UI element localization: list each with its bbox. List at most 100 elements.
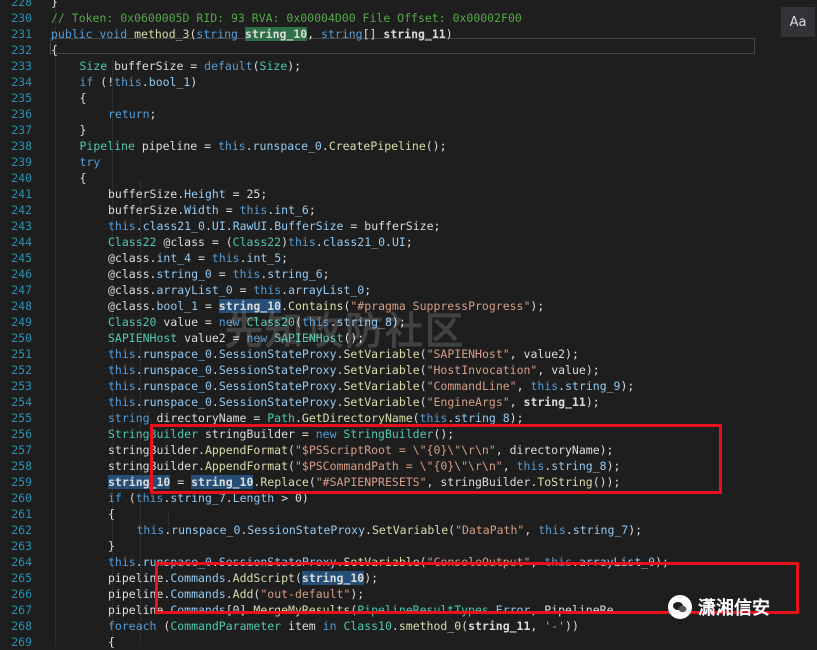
code-token: string_7 bbox=[572, 523, 629, 537]
code-token: this bbox=[108, 363, 136, 377]
code-line: 253 this.runspace_0.SessionStateProxy.Set… bbox=[0, 378, 817, 394]
code-token: . bbox=[211, 363, 219, 377]
code-token: ); bbox=[509, 411, 524, 425]
line-number: 264 bbox=[11, 555, 32, 569]
code-token: runspace_0 bbox=[142, 379, 212, 393]
code-token: ( bbox=[419, 395, 427, 409]
code-token: "EngineArgs" bbox=[426, 395, 510, 409]
code-token: RawUI bbox=[232, 219, 268, 233]
code-token: } bbox=[108, 539, 115, 553]
code-token: [] bbox=[362, 27, 384, 41]
code-token: ; bbox=[364, 283, 372, 297]
code-token: ( bbox=[294, 315, 302, 329]
code-text: SAPIENHost value2 = new SAPIENHost(); bbox=[108, 330, 364, 346]
code-token: Class20 bbox=[108, 315, 157, 329]
code-token: )) bbox=[565, 619, 579, 633]
line-number: 230 bbox=[11, 11, 32, 25]
code-token: method_3 bbox=[134, 27, 190, 41]
code-token: GetDirectoryName bbox=[301, 411, 413, 425]
code-token: this bbox=[301, 315, 330, 329]
code-token: smethod_0 bbox=[398, 619, 462, 633]
line-number: 242 bbox=[11, 203, 32, 217]
line-number: 234 bbox=[11, 75, 32, 89]
line-number: 252 bbox=[11, 363, 32, 377]
match-case-button[interactable]: Aa bbox=[781, 7, 815, 37]
code-line: 230 // Token: 0x0600005D RID: 93 RVA: 0x0… bbox=[0, 10, 817, 26]
highlight-box-stringbuilder bbox=[150, 424, 722, 494]
line-number: 240 bbox=[11, 171, 32, 185]
code-token: this bbox=[288, 235, 316, 249]
code-token: this bbox=[108, 347, 136, 361]
code-token: CommandParameter bbox=[170, 619, 282, 633]
watermark-corner-text: 潇湘信安 bbox=[698, 598, 770, 619]
code-token: . bbox=[245, 139, 253, 153]
code-token: this bbox=[114, 75, 142, 89]
code-text: bufferSize.Height = 25; bbox=[108, 186, 267, 202]
code-line: 242 bufferSize.Width = this.int_6; bbox=[0, 202, 817, 218]
code-token: @class. bbox=[108, 299, 157, 313]
code-token: string_0 bbox=[156, 267, 212, 281]
watermark-corner: 潇湘信安 bbox=[668, 592, 770, 622]
code-token: ( bbox=[419, 347, 427, 361]
code-line: 249 Class20 value = new Class20(this.stri… bbox=[0, 314, 817, 330]
code-token: return bbox=[108, 107, 150, 121]
code-token: . bbox=[281, 299, 289, 313]
code-token: Height bbox=[184, 187, 226, 201]
code-token: try bbox=[79, 155, 101, 169]
code-token: pipeline = bbox=[134, 139, 218, 153]
code-token: @class. bbox=[108, 251, 157, 265]
code-token: string bbox=[108, 411, 150, 425]
code-line: 254 this.runspace_0.SessionStateProxy.Set… bbox=[0, 394, 817, 410]
code-token: . bbox=[239, 251, 247, 265]
code-line: 263} bbox=[0, 538, 817, 554]
line-number: 228 bbox=[11, 0, 32, 9]
code-token: runspace_0 bbox=[252, 139, 322, 153]
code-text: } bbox=[108, 538, 115, 554]
code-token: SessionStateProxy bbox=[218, 395, 337, 409]
code-token: directoryName = bbox=[149, 411, 268, 425]
code-editor[interactable]: 228} 230// Token: 0x0600005D RID: 93 RVA:… bbox=[0, 0, 817, 649]
line-number: 266 bbox=[11, 587, 32, 601]
code-token: arrayList_0 bbox=[156, 283, 233, 297]
code-token: runspace_0 bbox=[171, 523, 241, 537]
code-token: "HostInvocation" bbox=[426, 363, 538, 377]
code-line: 236 return; bbox=[0, 106, 817, 122]
code-token: string_11 bbox=[383, 27, 446, 41]
code-token: = 25; bbox=[225, 187, 268, 201]
code-token: SetVariable bbox=[343, 347, 420, 361]
code-token: . bbox=[294, 411, 302, 425]
code-token: { bbox=[79, 91, 87, 105]
line-number: 257 bbox=[11, 443, 32, 457]
code-token: new bbox=[218, 315, 247, 329]
code-text: if (!this.bool_1) bbox=[80, 74, 198, 90]
code-token: ( bbox=[252, 59, 260, 73]
code-token: . bbox=[135, 395, 143, 409]
code-token: . bbox=[135, 363, 143, 377]
code-token: SetVariable bbox=[343, 395, 420, 409]
code-token: string_11 bbox=[523, 395, 586, 409]
code-token: ) bbox=[190, 75, 198, 89]
code-line: 228} bbox=[0, 0, 817, 10]
code-token: ); bbox=[620, 379, 635, 393]
code-token: ); bbox=[391, 315, 406, 329]
line-number: 265 bbox=[11, 571, 32, 585]
code-token: . bbox=[135, 219, 143, 233]
code-text: Size bufferSize = default(Size); bbox=[80, 58, 302, 74]
code-token: this bbox=[108, 555, 136, 569]
code-token: ; bbox=[322, 267, 330, 281]
line-number: 236 bbox=[11, 107, 32, 121]
code-token: this bbox=[211, 251, 240, 265]
code-token: "SAPIENHost" bbox=[426, 347, 510, 361]
code-text: Class20 value = new Class20(this.string_… bbox=[108, 314, 406, 330]
code-line: 252 this.runspace_0.SessionStateProxy.Set… bbox=[0, 362, 817, 378]
code-token: , bbox=[509, 395, 524, 409]
code-token: this bbox=[419, 411, 448, 425]
code-token: , bbox=[524, 523, 539, 537]
code-text: } bbox=[51, 0, 58, 10]
code-token: . bbox=[135, 347, 143, 361]
code-token: { bbox=[51, 43, 58, 57]
code-text: this.runspace_0.SessionStateProxy.SetVar… bbox=[108, 378, 634, 394]
code-line: 240 { bbox=[0, 170, 817, 186]
line-number: 250 bbox=[11, 331, 32, 345]
code-token: Class22 bbox=[232, 235, 282, 249]
